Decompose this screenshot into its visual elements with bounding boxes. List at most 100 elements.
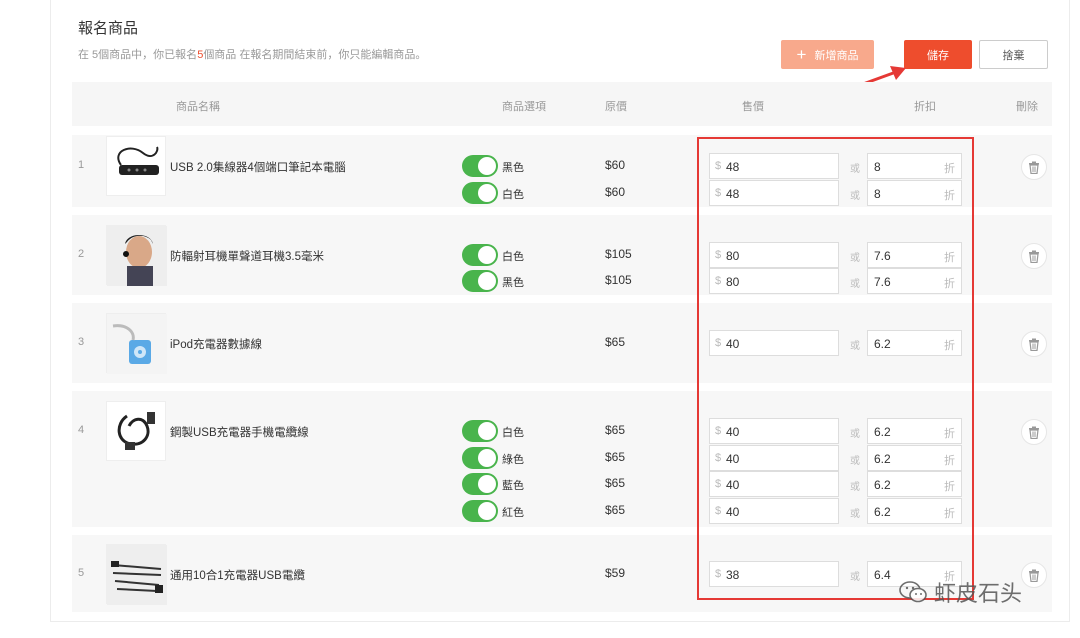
discount-unit: 折 — [944, 508, 955, 520]
subtitle-prefix: 在 5個商品中，你已報名 — [78, 49, 198, 61]
sale-price-input[interactable]: $40 — [709, 418, 839, 444]
variant-toggle[interactable] — [462, 270, 498, 292]
or-label: 或 — [850, 509, 860, 520]
variant-toggle[interactable] — [462, 155, 498, 177]
or-label: 或 — [850, 482, 860, 493]
discount-unit: 折 — [944, 252, 955, 264]
sale-price-value: 48 — [726, 187, 740, 201]
variant-row: 白色 $105 $80 或 7.6 折 — [72, 242, 1052, 268]
sale-price-input[interactable]: $40 — [709, 471, 839, 497]
currency-symbol: $ — [715, 478, 722, 490]
delete-button[interactable] — [1021, 562, 1047, 588]
variant-toggle[interactable] — [462, 500, 498, 522]
sale-price-value: 80 — [726, 249, 740, 263]
original-price: $59 — [605, 566, 626, 580]
variant-toggle[interactable] — [462, 447, 498, 469]
variant-row: 黑色 $60 $48 或 8 折 — [72, 153, 1052, 179]
sale-price-input[interactable]: $48 — [709, 153, 839, 179]
delete-button[interactable] — [1021, 154, 1047, 180]
variant-toggle[interactable] — [462, 420, 498, 442]
variant-row: 白色 $65 $40 或 6.2 折 — [72, 418, 1052, 444]
col-delete: 刪除 — [1016, 101, 1038, 113]
subtitle-suffix: 個商品 在報名期間結束前，你只能編輯商品。 — [203, 49, 427, 61]
discount-input[interactable]: 7.6 折 — [867, 268, 962, 294]
sale-price-value: 40 — [726, 505, 740, 519]
variant-toggle[interactable] — [462, 473, 498, 495]
original-price: $65 — [605, 476, 626, 490]
discount-input[interactable]: 6.2 折 — [867, 498, 962, 524]
sale-price-input[interactable]: $80 — [709, 268, 839, 294]
currency-symbol: $ — [715, 160, 722, 172]
discount-value: 6.2 — [874, 478, 891, 492]
currency-symbol: $ — [715, 505, 722, 517]
or-label: 或 — [850, 572, 860, 583]
discount-input[interactable]: 6.2 折 — [867, 445, 962, 471]
discount-value: 6.2 — [874, 452, 891, 466]
cancel-button[interactable]: 捨棄 — [979, 40, 1048, 69]
currency-symbol: $ — [715, 568, 722, 580]
original-price: $65 — [605, 503, 626, 517]
variant-row: 綠色 $65 $40 或 6.2 折 — [72, 445, 1052, 471]
discount-value: 6.2 — [874, 425, 891, 439]
product-row: 2 防輻射耳機單聲道耳機3.5毫米 白色 $105 $80 或 7.6 折黑色 $105 $80 或… — [72, 215, 1052, 295]
discount-value: 6.4 — [874, 568, 891, 582]
variant-option: 藍色 — [502, 480, 524, 492]
sale-price-input[interactable]: $40 — [709, 498, 839, 524]
col-sale-price: 售價 — [742, 101, 764, 113]
discount-value: 8 — [874, 160, 881, 174]
discount-input[interactable]: 6.2 折 — [867, 418, 962, 444]
watermark: 虾皮石头 — [898, 576, 1022, 608]
page-title: 報名商品 — [78, 20, 139, 37]
sale-price-input[interactable]: $48 — [709, 180, 839, 206]
col-discount: 折扣 — [914, 101, 936, 113]
sale-price-input[interactable]: $40 — [709, 330, 839, 356]
product-row: 4 鋼製USB充電器手機電纜線 白色 $65 $40 或 6.2 折綠色 $65 $40 或 6.2 折… — [72, 391, 1052, 527]
sale-price-input[interactable]: $80 — [709, 242, 839, 268]
sale-price-input[interactable]: $40 — [709, 445, 839, 471]
discount-unit: 折 — [944, 455, 955, 467]
trash-icon — [1029, 250, 1039, 263]
sale-price-value: 40 — [726, 452, 740, 466]
discount-input[interactable]: 8折 — [867, 180, 962, 206]
col-options: 商品選項 — [502, 101, 546, 113]
variant-option: 黑色 — [502, 277, 524, 289]
discount-unit: 折 — [944, 190, 955, 202]
currency-symbol: $ — [715, 275, 722, 287]
trash-icon — [1029, 569, 1039, 582]
variant-row: 紅色 $65 $40 或 6.2 折 — [72, 498, 1052, 524]
variant-option: 白色 — [502, 189, 524, 201]
variant-row: 白色 $60 $48 或 8 折 — [72, 180, 1052, 206]
currency-symbol: $ — [715, 452, 722, 464]
variant-toggle[interactable] — [462, 244, 498, 266]
discount-unit: 折 — [944, 278, 955, 290]
discount-input[interactable]: 8折 — [867, 153, 962, 179]
save-button[interactable]: 儲存 — [904, 40, 972, 69]
discount-unit: 折 — [944, 340, 955, 352]
currency-symbol: $ — [715, 187, 722, 199]
original-price: $60 — [605, 185, 626, 199]
or-label: 或 — [850, 456, 860, 467]
or-label: 或 — [850, 191, 860, 202]
delete-button[interactable] — [1021, 243, 1047, 269]
variant-toggle[interactable] — [462, 182, 498, 204]
discount-input[interactable]: 6.2 折 — [867, 471, 962, 497]
original-price: $60 — [605, 158, 626, 172]
trash-icon — [1029, 426, 1039, 439]
discount-unit: 折 — [944, 163, 955, 175]
watermark-text: 虾皮石头 — [934, 582, 1023, 607]
discount-value: 6.2 — [874, 337, 891, 351]
product-row: 3 iPod充電器數據線 $65 $40 或 6.2 折 — [72, 303, 1052, 383]
discount-input[interactable]: 6.2 折 — [867, 330, 962, 356]
sale-price-input[interactable]: $38 — [709, 561, 839, 587]
discount-value: 7.6 — [874, 275, 891, 289]
variant-option: 黑色 — [502, 162, 524, 174]
discount-unit: 折 — [944, 428, 955, 440]
currency-symbol: $ — [715, 337, 722, 349]
delete-button[interactable] — [1021, 331, 1047, 357]
delete-button[interactable] — [1021, 419, 1047, 445]
sale-price-value: 38 — [726, 568, 740, 582]
discount-value: 8 — [874, 187, 881, 201]
discount-input[interactable]: 7.6 折 — [867, 242, 962, 268]
or-label: 或 — [850, 164, 860, 175]
variant-row: 藍色 $65 $40 或 6.2 折 — [72, 471, 1052, 497]
